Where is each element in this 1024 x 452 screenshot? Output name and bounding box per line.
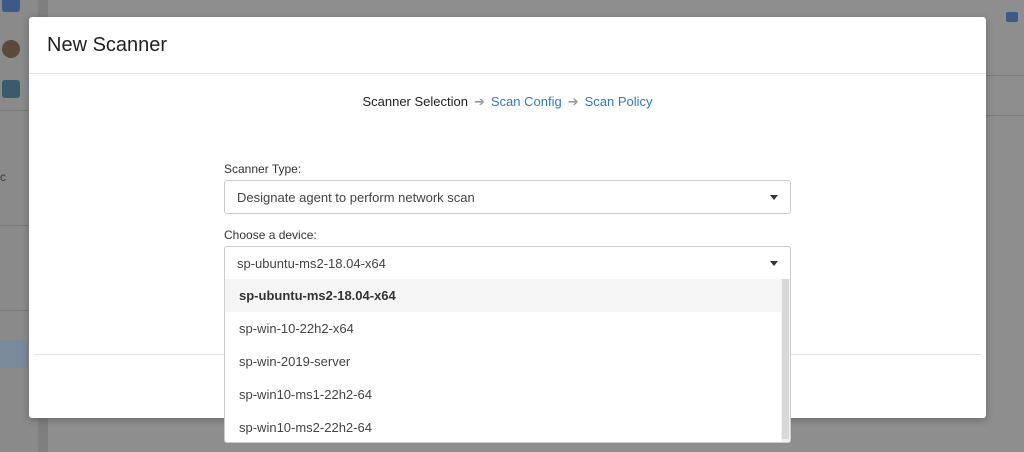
- caret-down-icon: [770, 195, 778, 200]
- arrow-right-icon: ➔: [473, 94, 485, 109]
- modal-header: New Scanner: [29, 17, 986, 74]
- device-option[interactable]: sp-win10-ms1-22h2-64: [225, 378, 783, 411]
- step-scan-config[interactable]: Scan Config: [491, 94, 562, 109]
- modal-title: New Scanner: [47, 33, 168, 56]
- wizard-steps: Scanner Selection ➔ Scan Config ➔ Scan Polic…: [29, 94, 986, 110]
- step-scan-policy[interactable]: Scan Policy: [585, 94, 653, 109]
- device-option[interactable]: sp-win-10-22h2-x64: [225, 312, 783, 345]
- building-icon: [2, 0, 20, 12]
- sidebar-active-item: [0, 340, 28, 368]
- device-option[interactable]: sp-win10-ms2-22h2-64: [225, 411, 783, 442]
- device-option[interactable]: sp-win-2019-server: [225, 345, 783, 378]
- scanner-type-value: Designate agent to perform network scan: [237, 189, 475, 205]
- device-label: Choose a device:: [224, 228, 317, 242]
- user-icon: [2, 40, 20, 58]
- inbox-icon: [2, 80, 20, 98]
- scanner-type-label: Scanner Type:: [224, 162, 302, 176]
- device-dropdown-list[interactable]: sp-ubuntu-ms2-18.04-x64 sp-win-10-22h2-x…: [224, 279, 791, 443]
- device-option[interactable]: sp-ubuntu-ms2-18.04-x64: [225, 279, 783, 312]
- sidebar-partial-text: c: [0, 170, 6, 184]
- step-scanner-selection: Scanner Selection: [362, 94, 468, 109]
- notification-icon: [1006, 12, 1018, 22]
- scanner-type-select[interactable]: Designate agent to perform network scan: [224, 180, 791, 214]
- dropdown-scrollbar[interactable]: [781, 279, 790, 442]
- arrow-right-icon: ➔: [567, 94, 579, 109]
- device-select[interactable]: sp-ubuntu-ms2-18.04-x64: [224, 246, 791, 280]
- scrollbar-thumb[interactable]: [782, 279, 789, 439]
- caret-down-icon: [770, 261, 778, 266]
- device-value: sp-ubuntu-ms2-18.04-x64: [237, 255, 386, 271]
